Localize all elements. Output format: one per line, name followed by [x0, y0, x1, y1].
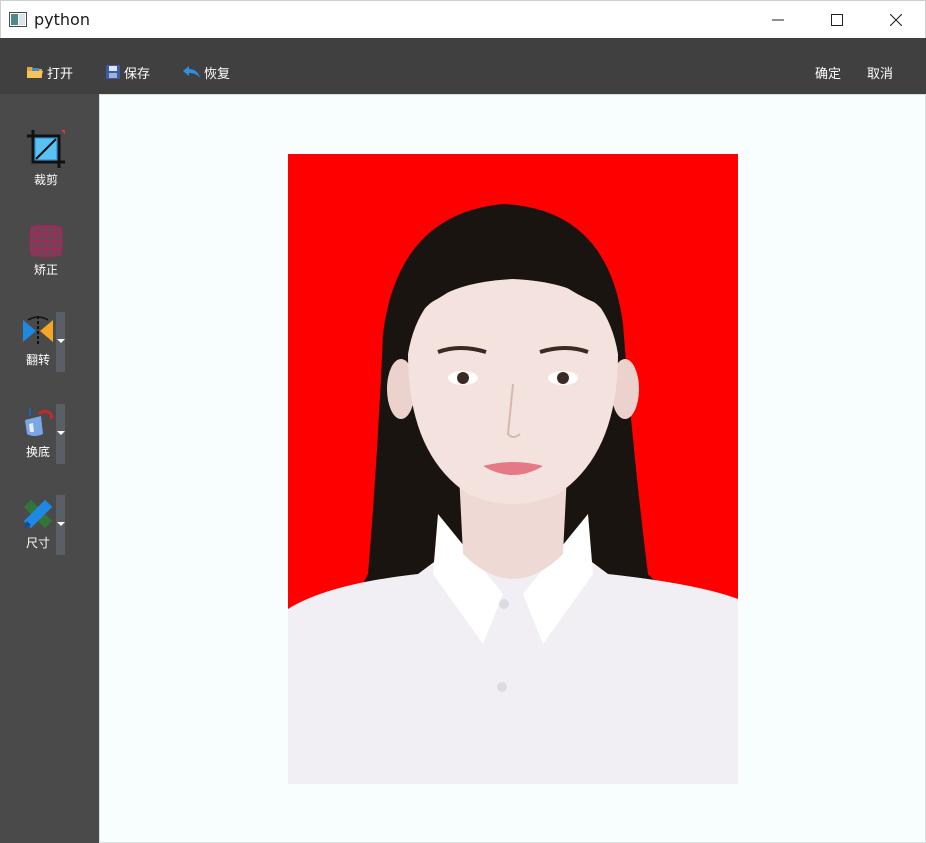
minimize-icon	[772, 19, 784, 21]
paint-bucket-icon	[25, 408, 54, 436]
change-background-label: 换底	[25, 445, 50, 459]
title-bar: python	[0, 0, 926, 38]
crop-icon	[27, 130, 65, 168]
save-label: 保存	[124, 66, 151, 82]
size-label: 尺寸	[25, 536, 50, 550]
tool-sidebar: 裁剪 矫正 翻转 换底 尺寸	[0, 94, 99, 843]
pencil-ruler-icon	[23, 499, 53, 529]
close-button[interactable]	[867, 1, 925, 39]
restore-button[interactable]: 恢复	[182, 62, 230, 82]
confirm-button[interactable]: 确定	[815, 62, 841, 82]
image-canvas[interactable]	[99, 94, 926, 843]
flip-icon	[23, 316, 53, 346]
maximize-button[interactable]	[808, 1, 866, 39]
save-button[interactable]: 保存	[105, 62, 150, 82]
cancel-button[interactable]: 取消	[867, 62, 893, 82]
maximize-icon	[831, 14, 843, 26]
change-background-dropdown-arrow[interactable]	[56, 404, 65, 464]
flip-dropdown-arrow[interactable]	[56, 312, 65, 372]
size-dropdown-arrow[interactable]	[56, 495, 65, 555]
correct-button[interactable]: 矫正	[12, 224, 80, 278]
crop-label: 裁剪	[33, 173, 58, 187]
id-photo[interactable]	[288, 154, 738, 784]
app-window-icon	[9, 12, 27, 27]
open-label: 打开	[47, 66, 74, 82]
toolbar: 打开 保存 恢复 确定 取消	[0, 38, 926, 94]
minimize-button[interactable]	[749, 1, 807, 39]
window-title: python	[34, 10, 90, 29]
cancel-label: 取消	[867, 66, 894, 82]
flip-label: 翻转	[25, 353, 50, 367]
close-icon	[890, 14, 902, 26]
open-button[interactable]: 打开	[26, 62, 73, 82]
portrait-image	[288, 154, 738, 784]
confirm-label: 确定	[815, 66, 842, 82]
correct-label: 矫正	[33, 263, 58, 277]
folder-open-icon	[27, 67, 43, 78]
undo-arrow-icon	[183, 66, 200, 78]
floppy-save-icon	[106, 65, 120, 79]
restore-label: 恢复	[204, 66, 231, 82]
grid-warp-icon	[29, 225, 63, 257]
crop-button[interactable]: 裁剪	[12, 130, 80, 188]
